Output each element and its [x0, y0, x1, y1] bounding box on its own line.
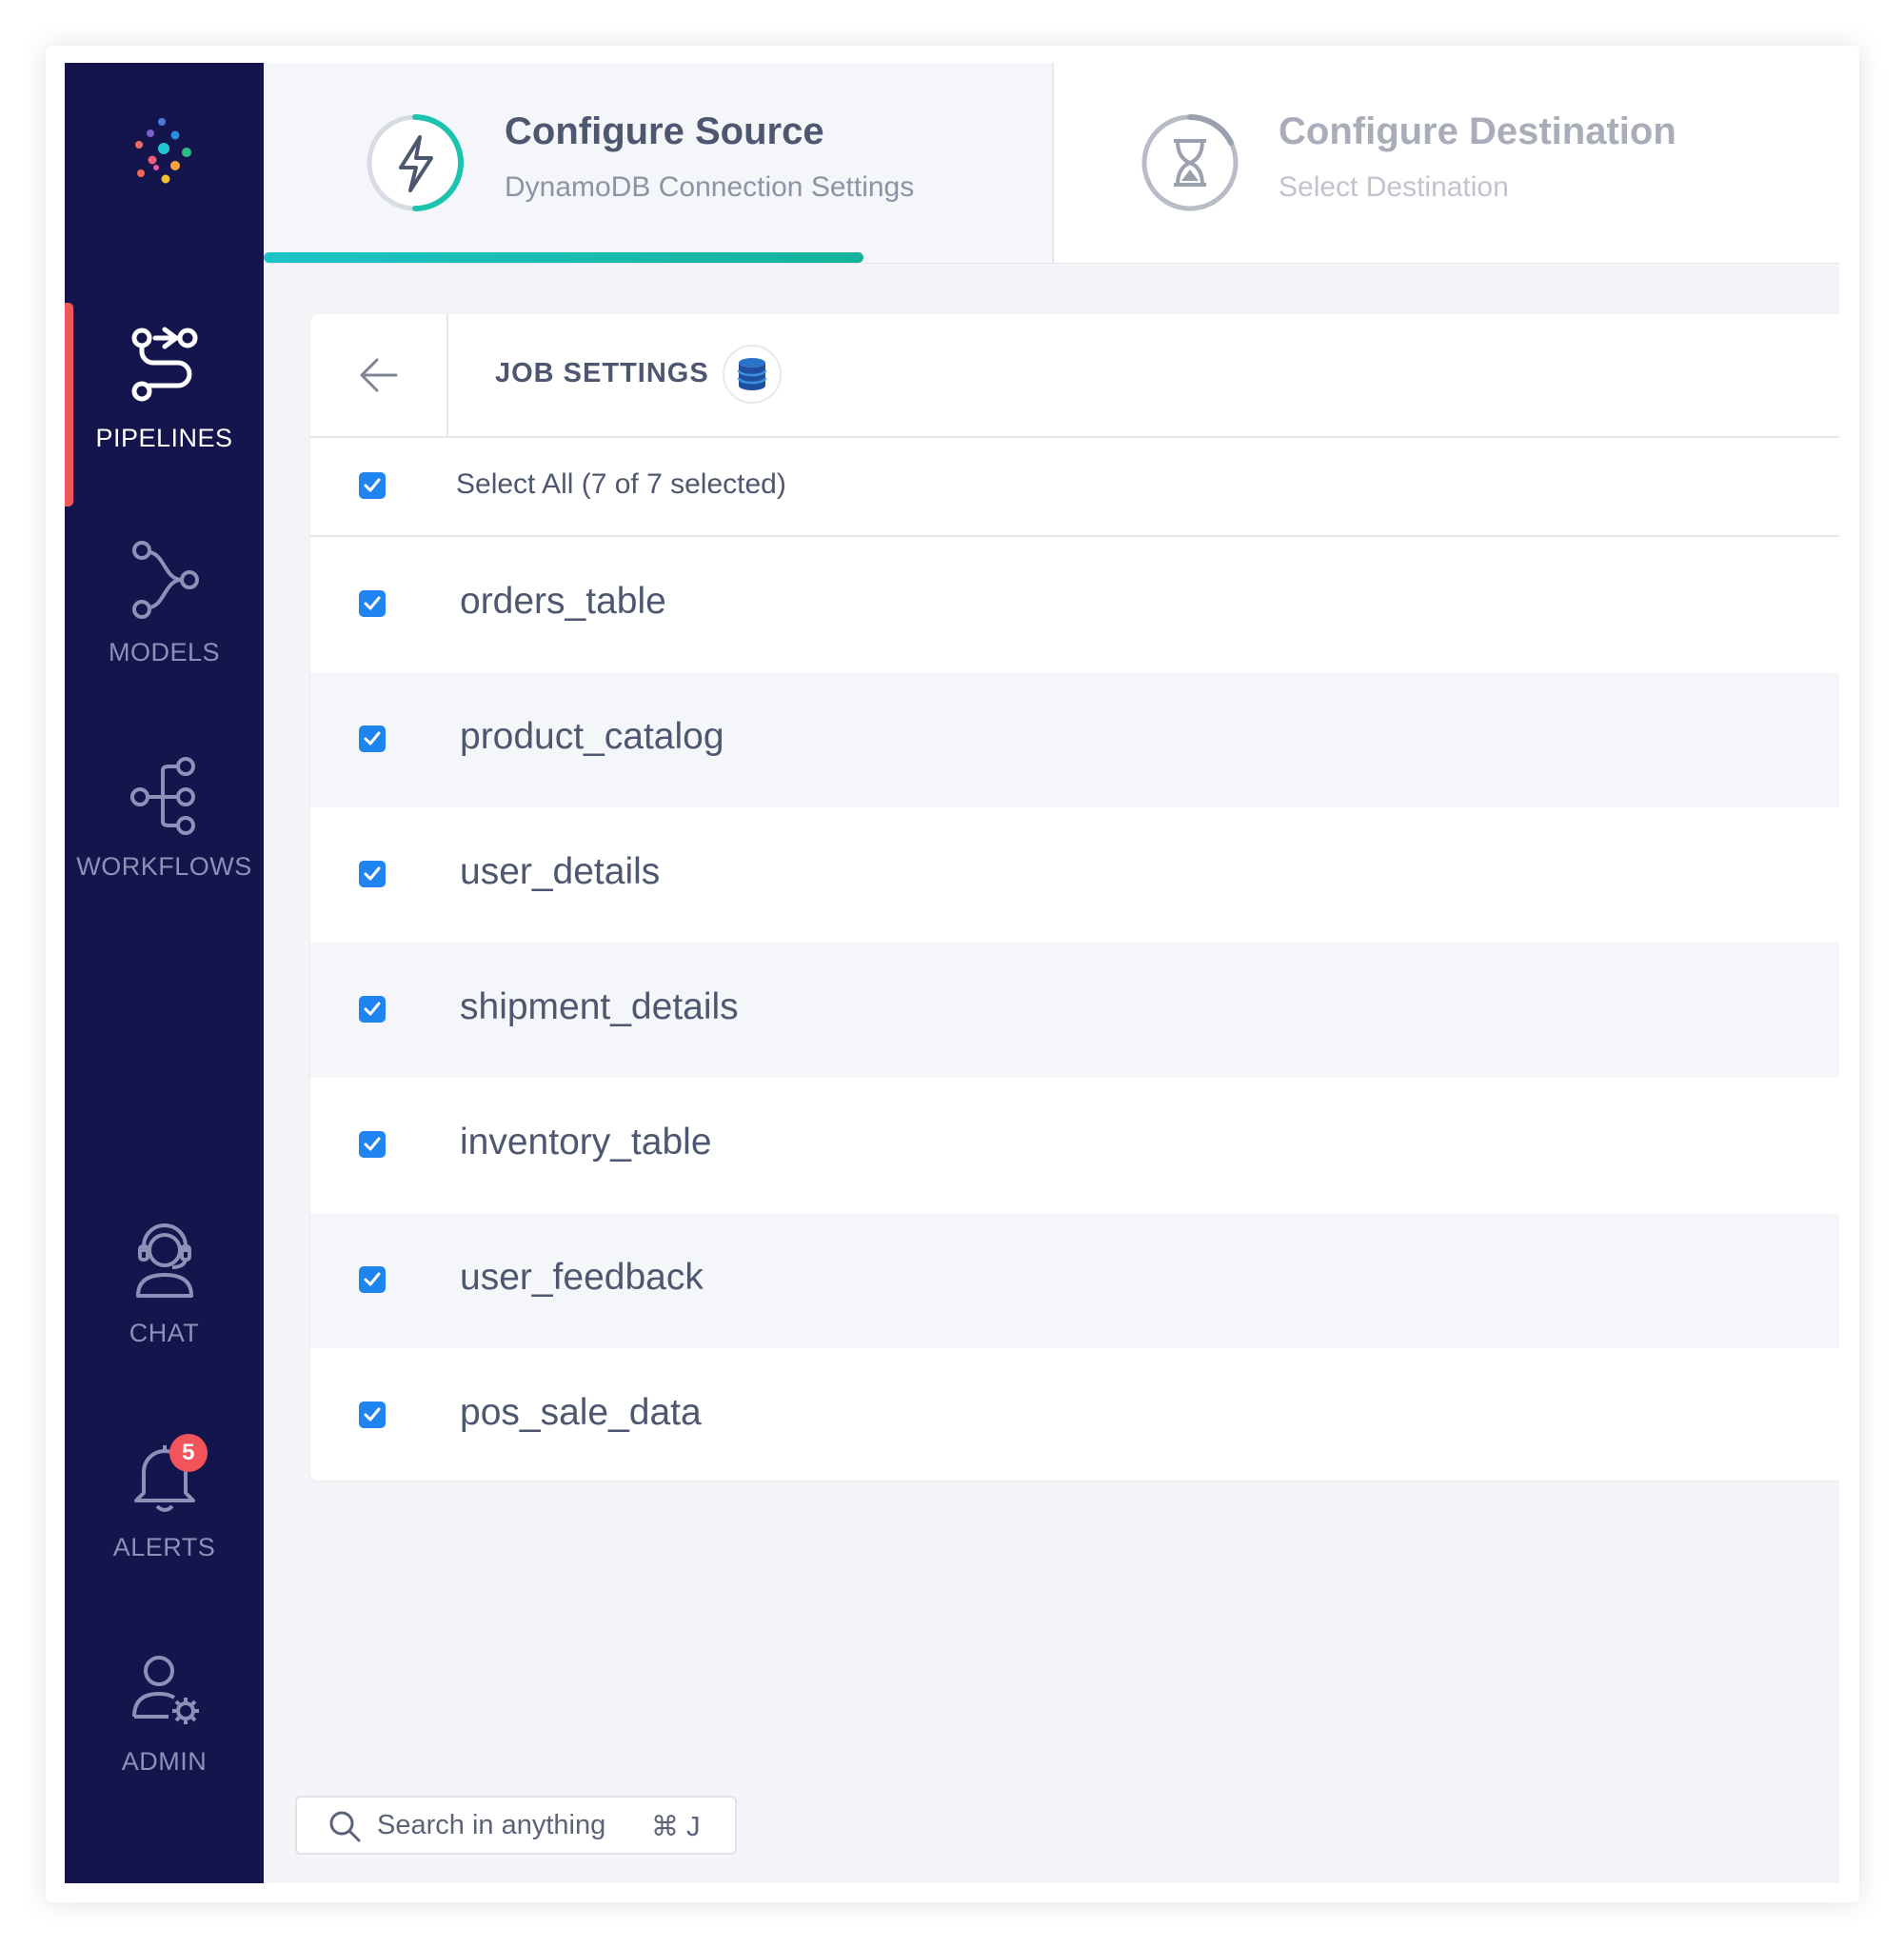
sidebar-item-admin[interactable]: ADMIN	[65, 1648, 264, 1777]
sidebar-item-label: PIPELINES	[95, 424, 233, 452]
step-title: Configure Source	[505, 110, 824, 152]
table-row[interactable]: user_feedback	[310, 1213, 1839, 1348]
select-all-label: Select All (7 of 7 selected)	[456, 468, 786, 500]
dynamodb-icon	[723, 345, 782, 404]
select-all-checkbox[interactable]	[359, 472, 386, 499]
step-title: Configure Destination	[1279, 110, 1676, 152]
hourglass-icon	[1141, 114, 1239, 211]
sidebar-item-label: ADMIN	[121, 1747, 208, 1776]
checkmark-icon	[364, 596, 381, 610]
sidebar: PIPELINES MODELS WORKFLOWS CHAT 5 ALERTS…	[65, 63, 264, 1883]
sidebar-item-label: ALERTS	[112, 1533, 216, 1561]
step-subtitle: Select Destination	[1279, 171, 1509, 203]
checkmark-icon	[364, 1137, 381, 1151]
step-progress-bar	[264, 252, 863, 263]
checkmark-icon	[364, 1407, 381, 1421]
global-search[interactable]: Search in anything ⌘ J	[295, 1796, 737, 1855]
admin-user-gear-icon	[131, 1656, 199, 1724]
checkmark-icon	[364, 1002, 381, 1016]
brand-logo[interactable]	[112, 110, 217, 215]
checkmark-icon	[364, 731, 381, 745]
models-icon	[131, 541, 199, 619]
table-row[interactable]: inventory_table	[310, 1078, 1839, 1213]
job-settings-card: JOB SETTINGS Select All (7 of 7 selected…	[310, 314, 1839, 1481]
workflows-icon	[129, 757, 195, 835]
table-name: user_details	[460, 851, 661, 892]
table-row[interactable]: product_catalog	[310, 672, 1839, 807]
table-row[interactable]: shipment_details	[310, 943, 1839, 1078]
table-checkbox[interactable]	[359, 726, 386, 752]
pipelines-icon	[131, 327, 197, 402]
search-shortcut: ⌘ J	[651, 1812, 701, 1842]
sidebar-item-alerts[interactable]: 5 ALERTS	[65, 1434, 264, 1562]
table-name: shipment_details	[460, 986, 739, 1027]
select-all-row[interactable]: Select All (7 of 7 selected)	[310, 438, 1839, 537]
back-button[interactable]	[310, 314, 448, 436]
table-name: inventory_table	[460, 1122, 712, 1163]
sidebar-item-pipelines[interactable]: PIPELINES	[65, 325, 264, 453]
table-checkbox[interactable]	[359, 590, 386, 617]
table-name: pos_sale_data	[460, 1392, 702, 1433]
chat-headset-icon	[135, 1223, 193, 1298]
sidebar-item-label: WORKFLOWS	[76, 852, 252, 881]
app-window: PIPELINES MODELS WORKFLOWS CHAT 5 ALERTS…	[65, 63, 1839, 1883]
table-name: orders_table	[460, 581, 666, 622]
checkmark-icon	[364, 866, 381, 881]
setup-stepper: Configure Source DynamoDB Connection Set…	[264, 63, 1839, 264]
arrow-left-icon	[360, 358, 398, 392]
search-icon	[329, 1811, 361, 1842]
table-checkbox[interactable]	[359, 1131, 386, 1158]
sidebar-item-label: MODELS	[108, 638, 221, 666]
sidebar-item-chat[interactable]: CHAT	[65, 1220, 264, 1348]
table-name: user_feedback	[460, 1257, 704, 1298]
job-settings-title: JOB SETTINGS	[495, 358, 709, 388]
table-checkbox[interactable]	[359, 861, 386, 887]
table-row[interactable]: pos_sale_data	[310, 1348, 1839, 1483]
card-header: JOB SETTINGS	[310, 314, 1839, 438]
table-name: product_catalog	[460, 716, 724, 757]
checkmark-icon	[364, 478, 381, 492]
alerts-count-badge: 5	[169, 1434, 208, 1472]
table-checkbox[interactable]	[359, 1266, 386, 1293]
table-row[interactable]: orders_table	[310, 537, 1839, 672]
step-configure-destination[interactable]: Configure Destination Select Destination	[1054, 63, 1839, 263]
checkmark-icon	[364, 1272, 381, 1286]
search-input[interactable]: Search in anything	[377, 1810, 605, 1841]
sidebar-item-workflows[interactable]: WORKFLOWS	[65, 753, 264, 882]
table-list: orders_table product_catalog user_detail…	[310, 537, 1839, 1483]
sidebar-item-label: CHAT	[129, 1319, 200, 1347]
sidebar-item-models[interactable]: MODELS	[65, 539, 264, 667]
lightning-icon	[367, 114, 464, 211]
table-checkbox[interactable]	[359, 1401, 386, 1428]
table-row[interactable]: user_details	[310, 807, 1839, 943]
table-checkbox[interactable]	[359, 996, 386, 1023]
step-subtitle: DynamoDB Connection Settings	[505, 171, 915, 203]
step-configure-source[interactable]: Configure Source DynamoDB Connection Set…	[264, 63, 1054, 263]
